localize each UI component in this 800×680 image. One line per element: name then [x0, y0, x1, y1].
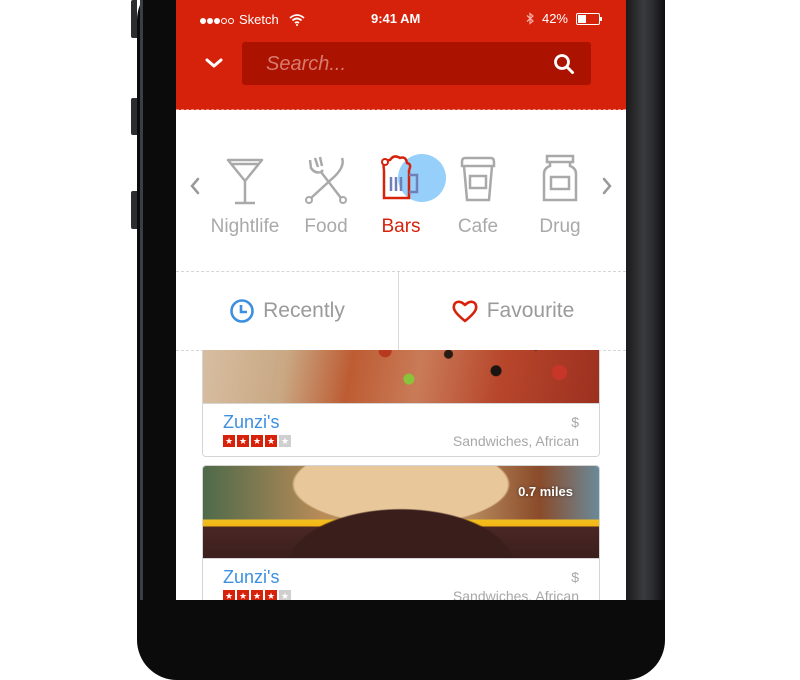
battery-icon [576, 12, 602, 25]
app-header: Sketch 9:41 AM 42% [176, 0, 626, 110]
star-filled-icon: ★ [223, 435, 235, 447]
listing-name[interactable]: Zunzi's [223, 567, 279, 588]
phone-volume-up-button [131, 98, 137, 135]
category-cafe[interactable]: Cafe [438, 150, 518, 238]
clock-icon [230, 299, 254, 323]
star-empty-icon: ★ [279, 590, 291, 600]
search-input[interactable] [264, 50, 538, 78]
category-nightlife[interactable]: Nightlife [205, 150, 285, 238]
status-time: 9:41 AM [371, 11, 421, 26]
app-screen: Sketch 9:41 AM 42% Search... Nightlife F… [176, 0, 626, 600]
listing-distance: 0.7 miles [518, 484, 573, 499]
listing-tags: Sandwiches, African [452, 588, 579, 600]
phone-volume-down-button [131, 191, 137, 229]
pill-bottle-icon [542, 154, 578, 202]
search-bar [242, 42, 591, 85]
star-empty-icon: ★ [279, 435, 291, 447]
category-label: Food [304, 216, 348, 237]
search-icon[interactable] [553, 53, 575, 75]
bluetooth-icon [526, 12, 534, 25]
tab-label: Recently [263, 299, 345, 322]
category-label: Cafe [457, 216, 499, 237]
star-filled-icon: ★ [265, 435, 277, 447]
beer-mug-icon [381, 155, 419, 200]
phone-mute-switch [131, 0, 137, 38]
category-bars[interactable]: Bars [361, 150, 446, 238]
phone-bezel-edge [140, 0, 143, 600]
listing-tags: Sandwiches, African [452, 433, 579, 449]
listing-name[interactable]: Zunzi's [223, 412, 279, 433]
star-filled-icon: ★ [223, 590, 235, 600]
coffee-cup-icon [460, 156, 496, 202]
carousel-next-arrow[interactable] [600, 176, 614, 196]
signal-strength-icon [200, 12, 235, 27]
category-label: Bars [381, 216, 421, 237]
listing-price: $ [571, 414, 579, 430]
fork-knife-icon [305, 156, 347, 204]
category-label: Drug [539, 216, 581, 237]
listing-image-burger [203, 466, 599, 558]
category-food[interactable]: Food [286, 150, 366, 238]
category-label: Nightlife [210, 216, 280, 237]
chevron-down-icon[interactable] [204, 55, 224, 71]
star-filled-icon: ★ [265, 590, 277, 600]
star-filled-icon: ★ [237, 590, 249, 600]
listing-card[interactable]: 0.7 miles Zunzi's ★ ★ ★ ★ ★ $ Sandwiches, Af… [202, 465, 600, 600]
tab-favourite[interactable]: Favourite [399, 272, 626, 350]
carousel-prev-arrow[interactable] [188, 176, 202, 196]
tab-label: Favourite [486, 299, 575, 322]
star-rating: ★ ★ ★ ★ ★ [223, 590, 291, 600]
status-bar: Sketch 9:41 AM 42% [176, 0, 626, 38]
carrier-name: Sketch [239, 12, 279, 27]
heart-icon [452, 300, 478, 323]
wifi-icon [289, 13, 305, 26]
phone-bezel-right [626, 0, 665, 600]
star-filled-icon: ★ [237, 435, 249, 447]
listing-info: Zunzi's ★ ★ ★ ★ ★ $ Sandwiches, African [203, 403, 599, 456]
star-filled-icon: ★ [251, 590, 263, 600]
category-drug[interactable]: Drug [520, 150, 600, 238]
listing-info: Zunzi's ★ ★ ★ ★ ★ $ Sandwiches, African [203, 558, 599, 600]
listing-price: $ [571, 569, 579, 585]
tab-recently[interactable]: Recently [176, 272, 398, 350]
battery-percent: 42% [541, 11, 568, 26]
star-rating: ★ ★ ★ ★ ★ [223, 435, 291, 447]
star-filled-icon: ★ [251, 435, 263, 447]
cocktail-glass-icon [226, 158, 264, 205]
